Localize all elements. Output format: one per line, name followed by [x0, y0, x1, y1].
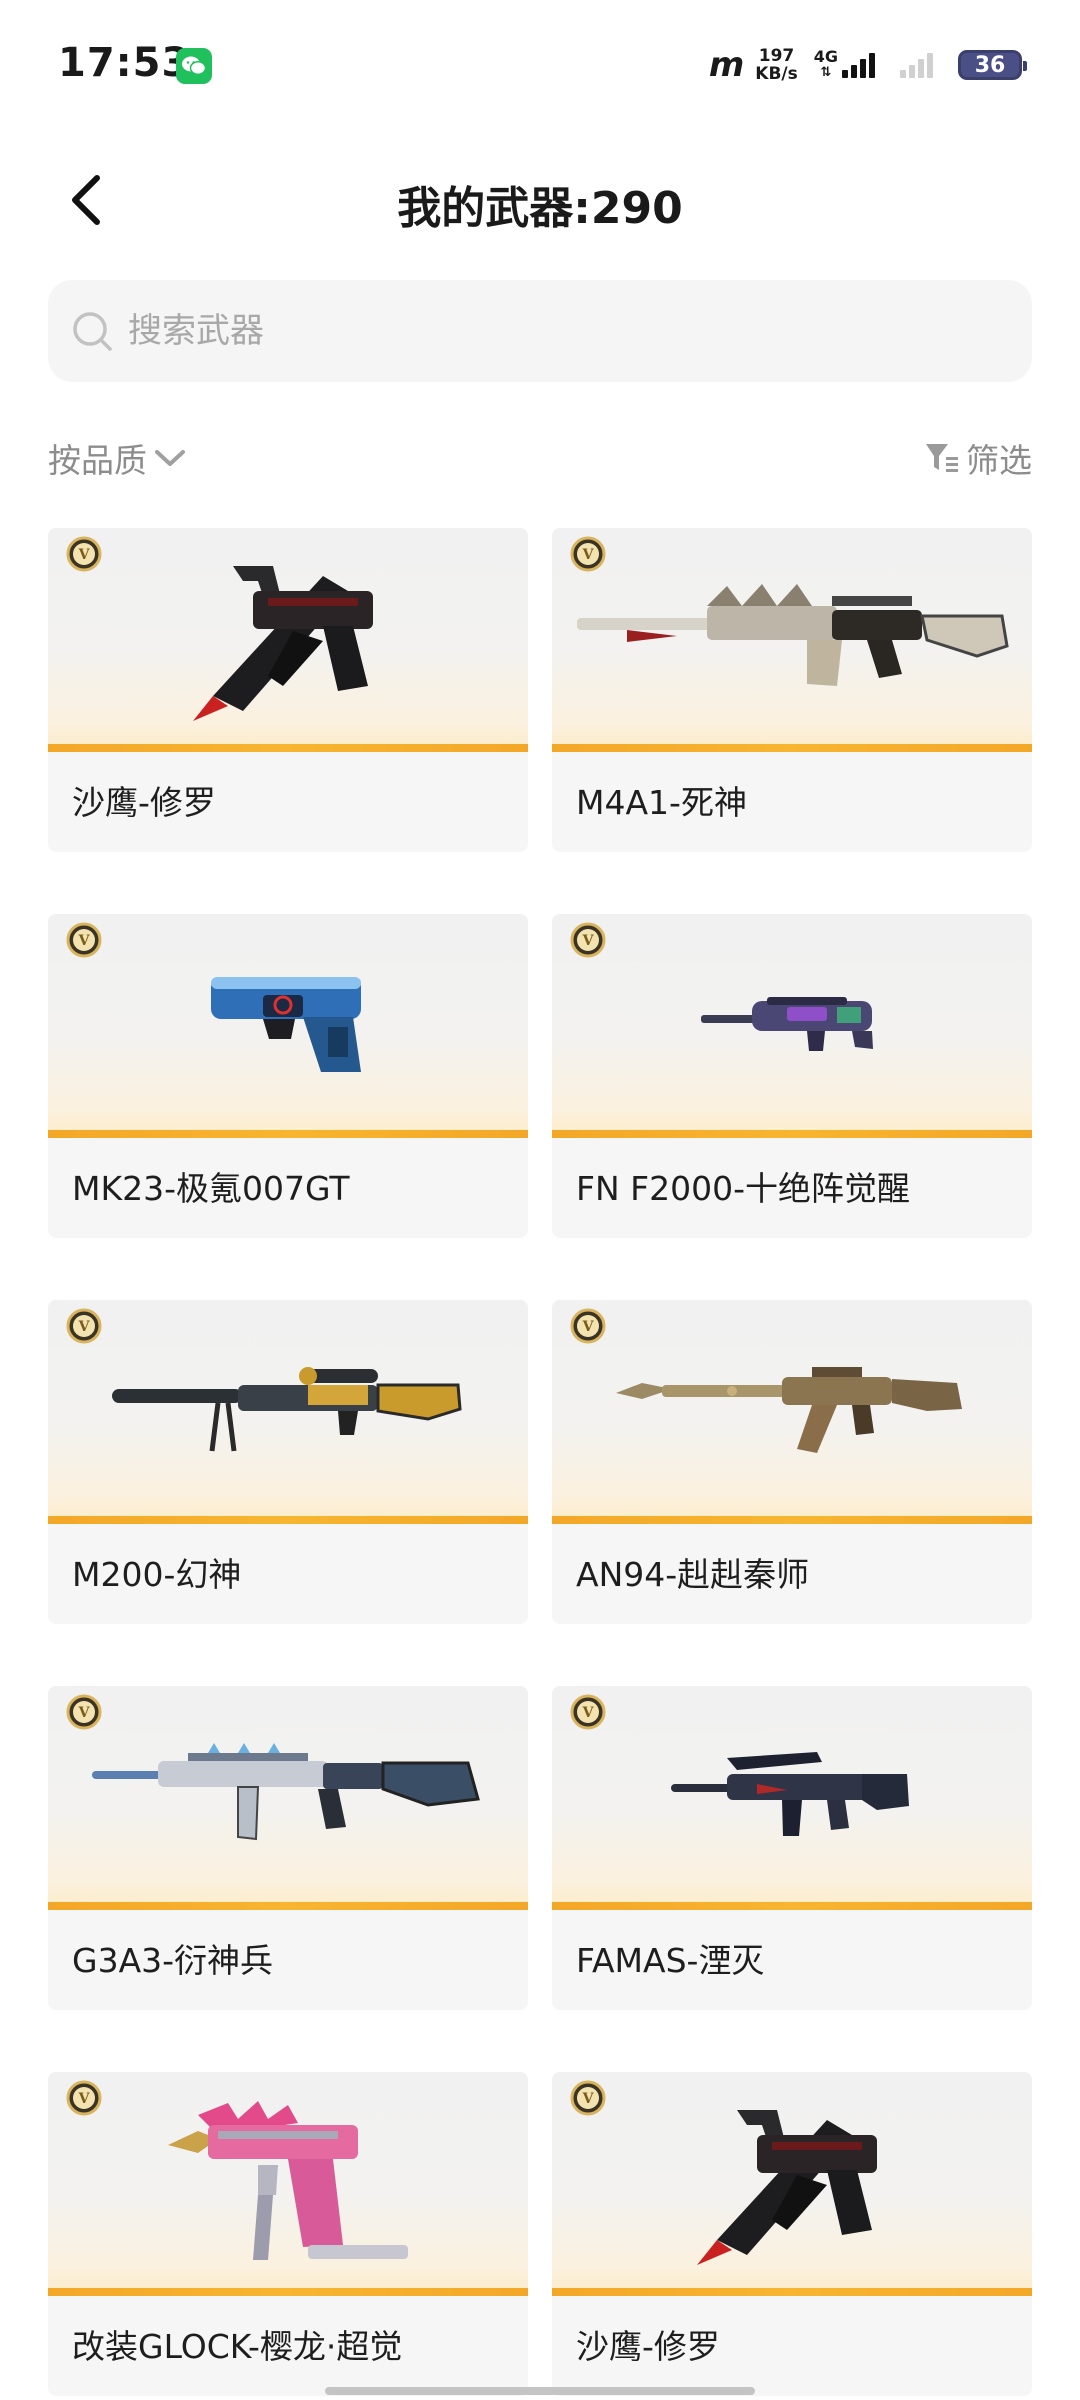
- quality-stripe: [48, 1516, 528, 1524]
- status-bar: 17:53 m 197 KB/s 4G ⇅ 36: [0, 0, 1080, 130]
- v-quality-badge-icon: V: [66, 1308, 102, 1344]
- v-quality-badge-icon: V: [570, 2080, 606, 2116]
- v-quality-badge-icon: V: [66, 1694, 102, 1730]
- svg-text:V: V: [78, 933, 91, 949]
- weapon-card[interactable]: V AN94-赳赳秦师: [552, 1300, 1032, 1624]
- data-arrows-icon: ⇅: [820, 65, 832, 80]
- famas-rifle-icon: [671, 1752, 909, 1836]
- weapon-name: MK23-极氪007GT: [72, 1169, 350, 1208]
- filter-button[interactable]: 筛选: [924, 434, 1032, 482]
- v-quality-badge-icon: V: [570, 1308, 606, 1344]
- speed-unit: KB/s: [755, 64, 798, 84]
- m200-sniper-icon: [112, 1367, 462, 1452]
- mk23-zeekr-icon: [211, 977, 361, 1072]
- svg-text:V: V: [78, 547, 91, 563]
- battery-level: 36: [974, 52, 1006, 78]
- weapon-image-area: V: [48, 2072, 528, 2294]
- weapon-image-area: V: [48, 528, 528, 750]
- weapon-image-area: V: [552, 1686, 1032, 1908]
- search-bar[interactable]: [48, 280, 1032, 382]
- v-quality-badge-icon: V: [66, 536, 102, 572]
- quality-stripe: [552, 2288, 1032, 2296]
- page-title: 我的武器:290: [397, 183, 683, 234]
- battery-icon: 36: [958, 50, 1027, 80]
- weapon-image-area: V: [552, 914, 1032, 1136]
- weapon-image-area: V: [552, 528, 1032, 750]
- svg-text:V: V: [582, 933, 595, 949]
- svg-text:V: V: [582, 547, 595, 563]
- weapon-card[interactable]: V G3A3-衍神兵: [48, 1686, 528, 2010]
- weapon-name: FAMAS-湮灭: [576, 1941, 765, 1980]
- filter-row: 按品质 筛选: [48, 430, 1032, 490]
- wechat-notification-icon: [176, 48, 212, 84]
- network-type-label: 4G: [813, 47, 838, 66]
- weapon-name: G3A3-衍神兵: [72, 1941, 274, 1980]
- weapon-card[interactable]: V 沙鹰-修罗: [552, 2072, 1032, 2396]
- quality-stripe: [552, 1516, 1032, 1524]
- page-header: 我的武器:290: [0, 150, 1080, 250]
- sort-label: 按品质: [48, 441, 147, 480]
- weapon-card[interactable]: V FAMAS-湮灭: [552, 1686, 1032, 2010]
- svg-text:V: V: [582, 1705, 595, 1721]
- weapon-image-area: V: [48, 1686, 528, 1908]
- search-input[interactable]: [126, 310, 990, 352]
- network-speed: 197 KB/s: [755, 47, 797, 83]
- quality-stripe: [552, 744, 1032, 752]
- home-indicator[interactable]: [325, 2387, 755, 2395]
- desert-eagle-shura-icon: [697, 2110, 877, 2265]
- v-quality-badge-icon: V: [570, 1694, 606, 1730]
- search-icon: [73, 312, 112, 351]
- filter-funnel-icon: [926, 444, 958, 472]
- chevron-down-icon: [155, 450, 185, 466]
- v-quality-badge-icon: V: [66, 922, 102, 958]
- weapon-name: 改装GLOCK-樱龙·超觉: [72, 2327, 403, 2366]
- weapon-card[interactable]: V M4A1-死神: [552, 528, 1032, 852]
- svg-text:V: V: [78, 2091, 91, 2107]
- m4a1-reaper-icon: [577, 584, 1009, 686]
- weapon-name: 沙鹰-修罗: [72, 783, 216, 822]
- v-quality-badge-icon: V: [66, 2080, 102, 2116]
- weapon-image-area: V: [552, 1300, 1032, 1522]
- svg-text:V: V: [78, 1319, 91, 1335]
- svg-text:V: V: [582, 1319, 595, 1335]
- quality-stripe: [552, 1902, 1032, 1910]
- fn-f2000-icon: [701, 997, 873, 1051]
- weapon-card[interactable]: V 沙鹰-修罗: [48, 528, 528, 852]
- weapon-card[interactable]: V MK23-极氪007GT: [48, 914, 528, 1238]
- quality-stripe: [48, 1130, 528, 1138]
- weapon-image-area: V: [48, 1300, 528, 1522]
- weapon-image-area: V: [48, 914, 528, 1136]
- quality-stripe: [552, 1130, 1032, 1138]
- quality-stripe: [48, 1902, 528, 1910]
- signal-strength-icon: [842, 52, 878, 78]
- glock-sakura-dragon-icon: [168, 2101, 408, 2260]
- weapon-name: AN94-赳赳秦师: [576, 1555, 810, 1594]
- status-indicators: m 197 KB/s 4G ⇅ 36: [708, 42, 1027, 88]
- status-time: 17:53: [58, 40, 191, 86]
- weapon-card[interactable]: V 改装GLOCK-樱龙·超觉: [48, 2072, 528, 2396]
- sort-by-quality-dropdown[interactable]: 按品质: [48, 434, 187, 482]
- carrier-logo: m: [708, 45, 744, 85]
- v-quality-badge-icon: V: [570, 922, 606, 958]
- an94-rifle-icon: [616, 1367, 962, 1453]
- speed-value: 197: [758, 46, 795, 66]
- filter-label: 筛选: [966, 441, 1032, 480]
- weapon-card[interactable]: V M200-幻神: [48, 1300, 528, 1624]
- network-type: 4G ⇅: [814, 49, 838, 81]
- desert-eagle-shura-icon: [193, 566, 373, 721]
- g3a3-rifle-icon: [92, 1743, 480, 1841]
- svg-text:V: V: [582, 2091, 595, 2107]
- weapon-image-area: V: [552, 2072, 1032, 2294]
- weapon-name: 沙鹰-修罗: [576, 2327, 720, 2366]
- quality-stripe: [48, 744, 528, 752]
- weapon-name: M200-幻神: [72, 1555, 242, 1594]
- weapon-name: M4A1-死神: [576, 783, 747, 822]
- svg-text:V: V: [78, 1705, 91, 1721]
- weapon-card[interactable]: V FN F2000-十绝阵觉醒: [552, 914, 1032, 1238]
- signal-strength-sim2-icon: [900, 52, 936, 78]
- weapon-name: FN F2000-十绝阵觉醒: [576, 1169, 911, 1208]
- quality-stripe: [48, 2288, 528, 2296]
